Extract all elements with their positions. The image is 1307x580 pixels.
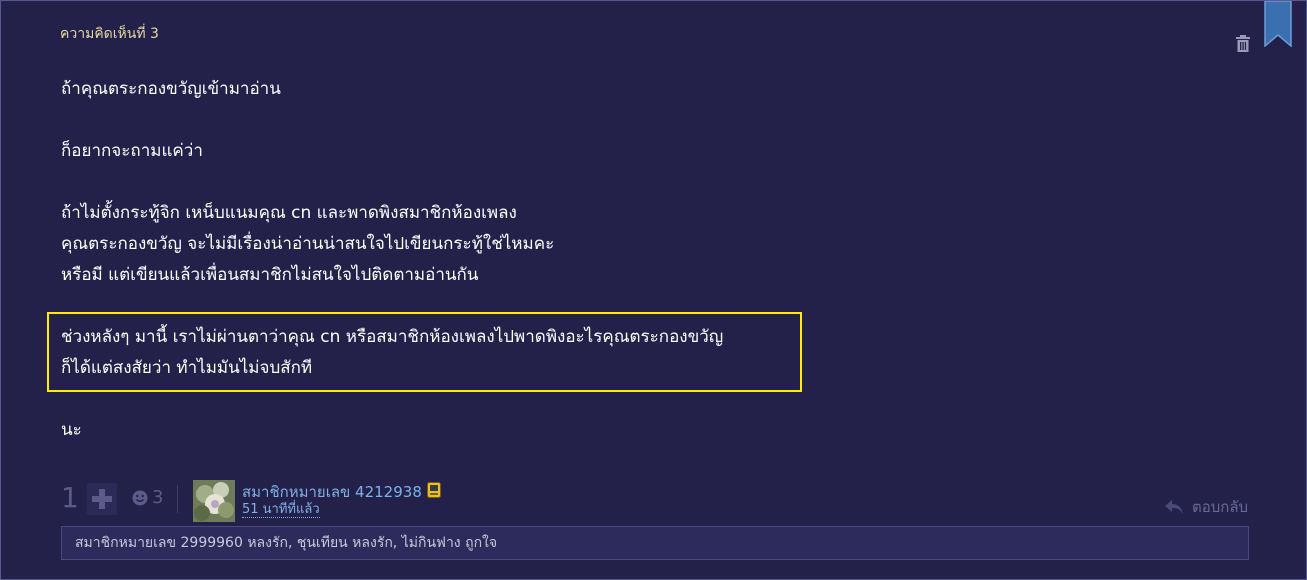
bookmark-icon[interactable] <box>1264 1 1292 47</box>
comment-line-highlighted: ก็ได้แต่สงสัยว่า ทำไมมันไม่จบสักที <box>61 358 313 378</box>
vote-count: 1 <box>61 481 79 514</box>
plus-icon[interactable] <box>87 483 117 515</box>
comment-number: ความคิดเห็นที่ 3 <box>60 26 159 42</box>
trash-icon[interactable] <box>1235 35 1251 53</box>
reply-button[interactable]: ตอบกลับ <box>1164 497 1248 517</box>
time-ago-link[interactable]: 51 นาทีที่แล้ว <box>242 502 320 518</box>
emoji-icon[interactable] <box>132 490 148 506</box>
avatar[interactable] <box>193 480 235 522</box>
emoji-count: 3 <box>152 487 164 508</box>
reactions-summary[interactable]: สมาชิกหมายเลข 2999960 หลงรัก, ชุนเทียน ห… <box>61 526 1249 560</box>
reply-label: ตอบกลับ <box>1192 498 1249 516</box>
reply-arrow-icon <box>1165 500 1183 514</box>
member-badge-icon <box>427 482 441 498</box>
comment-line-highlighted: ช่วงหลังๆ มานี้ เราไม่ผ่านตาว่าคุณ cn หร… <box>61 327 724 347</box>
comment-line: ถ้าคุณตระกองขวัญเข้ามาอ่าน <box>61 79 281 99</box>
member-name-link[interactable]: สมาชิกหมายเลข 4212938 <box>242 480 422 504</box>
comment-line: หรือมี แต่เขียนแล้วเพื่อนสมาชิกไม่สนใจไป… <box>61 265 479 285</box>
comment-line: คุณตระกองขวัญ จะไม่มีเรื่องน่าอ่านน่าสนใ… <box>61 234 555 254</box>
comment-card: ความคิดเห็นที่ 3 ถ้าคุณตระกองขวัญเข้ามาอ… <box>0 0 1307 580</box>
comment-line: นะ <box>61 420 82 440</box>
comment-line: ถ้าไม่ตั้งกระทู้จิก เหน็บแนมคุณ cn และพา… <box>61 203 517 223</box>
comment-line: ก็อยากจะถามแค่ว่า <box>61 141 203 161</box>
divider <box>177 485 178 513</box>
